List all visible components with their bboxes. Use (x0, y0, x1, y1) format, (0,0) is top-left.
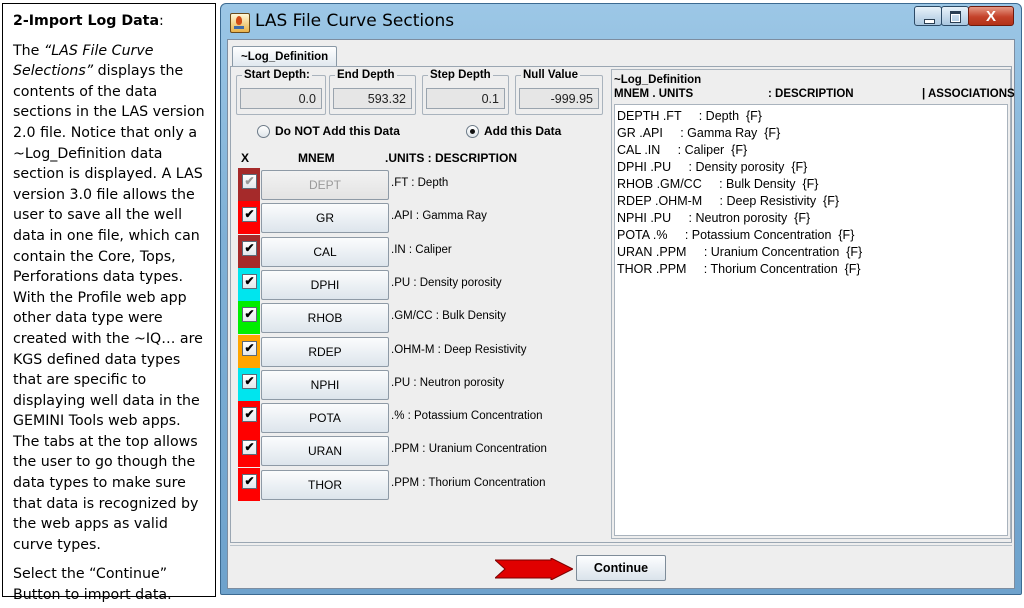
curve-color-swatch: ✔ (238, 267, 260, 301)
curve-checkbox: ✔ (242, 174, 257, 189)
curve-mnemonic-button[interactable]: RHOB (261, 303, 389, 334)
window-title: LAS File Curve Sections (255, 11, 455, 31)
window-controls: X (914, 6, 1014, 28)
curve-checkbox[interactable]: ✔ (242, 273, 257, 289)
null-value-group: Null Value -999.95 (515, 69, 603, 115)
curve-description: .PU : Neutron porosity (391, 376, 505, 389)
curve-mnemonic-button: DEPT (261, 170, 389, 200)
curve-color-swatch: ✔ (238, 301, 260, 335)
end-depth-group: End Depth 593.32 (329, 69, 416, 115)
caption-paragraph: The “LAS File Curve Selections” displays… (13, 42, 205, 553)
curve-mnemonic-button[interactable]: RDEP (261, 336, 389, 367)
curve-mnemonic-button[interactable]: DPHI (261, 269, 389, 300)
close-button[interactable]: X (968, 6, 1014, 26)
curve-mnemonic-button[interactable]: POTA (261, 403, 389, 434)
curve-color-swatch: ✔ (238, 367, 260, 401)
curve-description: .OHM-M : Deep Resistivity (391, 343, 527, 356)
section-text-line: DEPTH .FT : Depth {F} (617, 109, 762, 123)
continue-button[interactable]: Continue (576, 555, 666, 581)
curve-checkbox[interactable]: ✔ (242, 307, 257, 323)
section-header: ~Log_Definition MNEM . UNITS: DESCRIPTIO… (614, 74, 1015, 100)
null-value-field[interactable]: -999.95 (519, 88, 599, 109)
section-text-area[interactable]: DEPTH .FT : Depth {F} GR .API : Gamma Ray… (614, 104, 1008, 536)
curve-description: .PPM : Thorium Concentration (391, 476, 546, 489)
step-depth-field[interactable]: 0.1 (426, 88, 505, 109)
pointer-arrow-icon (495, 558, 573, 580)
curve-checkbox[interactable]: ✔ (242, 340, 257, 356)
column-header-units: .UNITS : DESCRIPTION (385, 151, 518, 165)
start-depth-field[interactable]: 0.0 (240, 88, 322, 109)
minimize-button[interactable] (914, 6, 942, 26)
section-text-line: POTA .% : Potassium Concentration {F} (617, 228, 855, 242)
step-depth-label: Step Depth (428, 69, 493, 81)
curve-color-swatch: ✔ (238, 434, 260, 468)
caption-instruction: Select the “Continue” Button to import d… (13, 566, 172, 604)
section-text-pane: ~Log_Definition MNEM . UNITS: DESCRIPTIO… (611, 69, 1015, 539)
radio-unselected-icon (257, 125, 270, 138)
curve-description: .API : Gamma Ray (391, 210, 487, 223)
java-app-icon (230, 13, 250, 33)
end-depth-label: End Depth (335, 69, 397, 81)
section-text-line: DPHI .PU : Density porosity {F} (617, 160, 808, 174)
curve-color-swatch: ✔ (238, 334, 260, 368)
section-text-line: RDEP .OHM-M : Deep Resistivity {F} (617, 194, 840, 208)
section-text-line: NPHI .PU : Neutron porosity {F} (617, 211, 811, 225)
start-depth-label: Start Depth: (242, 69, 312, 81)
section-text-line: RHOB .GM/CC : Bulk Density {F} (617, 177, 819, 191)
curve-color-swatch: ✔ (238, 401, 260, 435)
curve-description: .GM/CC : Bulk Density (391, 310, 507, 323)
section-text-line: CAL .IN : Caliper {F} (617, 143, 748, 157)
curve-mnemonic-button[interactable]: NPHI (261, 369, 389, 400)
curve-checkbox[interactable]: ✔ (242, 240, 257, 256)
curve-checkbox[interactable]: ✔ (242, 207, 257, 223)
curve-mnemonic-button[interactable]: CAL (261, 236, 389, 267)
curve-checkbox[interactable]: ✔ (242, 440, 257, 456)
curve-description: .IN : Caliper (391, 243, 452, 256)
step-depth-group: Step Depth 0.1 (422, 69, 509, 115)
end-depth-field[interactable]: 593.32 (333, 88, 412, 109)
curve-color-swatch: ✔ (238, 234, 260, 268)
maximize-button[interactable] (941, 6, 969, 26)
tab-log-definition[interactable]: ~Log_Definition (232, 46, 338, 67)
title-bar[interactable]: LAS File Curve Sections X (221, 4, 1021, 38)
section-text-line: THOR .PPM : Thorium Concentration {F} (617, 262, 861, 276)
curve-mnemonic-button[interactable]: URAN (261, 436, 389, 467)
curve-mnemonic-button[interactable]: THOR (261, 469, 389, 500)
tab-strip: ~Log_Definition (228, 40, 1014, 67)
curve-checkbox[interactable]: ✔ (242, 373, 257, 389)
instruction-caption: 2-Import Log Data: The “LAS File Curve S… (2, 3, 216, 603)
null-value-label: Null Value (521, 69, 580, 81)
curve-checkbox[interactable]: ✔ (242, 407, 257, 423)
column-header-mnem: MNEM (298, 151, 335, 165)
curve-description: .FT : Depth (391, 177, 449, 189)
close-icon: X (985, 8, 996, 25)
section-text-line: URAN .PPM : Uranium Concentration {F} (617, 245, 863, 259)
curve-checkbox[interactable]: ✔ (242, 473, 257, 489)
caption-title: 2-Import Log Data: (13, 13, 164, 29)
curve-mnemonic-button[interactable]: GR (261, 203, 389, 234)
radio-selected-icon (466, 125, 479, 138)
window-client-area: ~Log_Definition Start Depth: 0.0 End Dep… (227, 39, 1015, 589)
column-header-x: X (241, 151, 250, 165)
section-text-line: GR .API : Gamma Ray {F} (617, 126, 781, 140)
curve-description: .PPM : Uranium Concentration (391, 443, 547, 456)
curve-color-swatch: ✔ (238, 201, 260, 235)
curve-color-swatch: ✔ (238, 467, 260, 501)
curve-description: .PU : Density porosity (391, 276, 502, 289)
bottom-bar: Continue (230, 545, 1012, 588)
curve-description: .% : Potassium Concentration (391, 410, 543, 423)
curve-color-swatch: ✔ (238, 168, 260, 201)
log-definition-panel: Start Depth: 0.0 End Depth 593.32 Step D… (230, 66, 1015, 543)
las-curve-sections-window: LAS File Curve Sections X ~Log_Definitio… (220, 3, 1022, 595)
start-depth-group: Start Depth: 0.0 (236, 69, 326, 115)
